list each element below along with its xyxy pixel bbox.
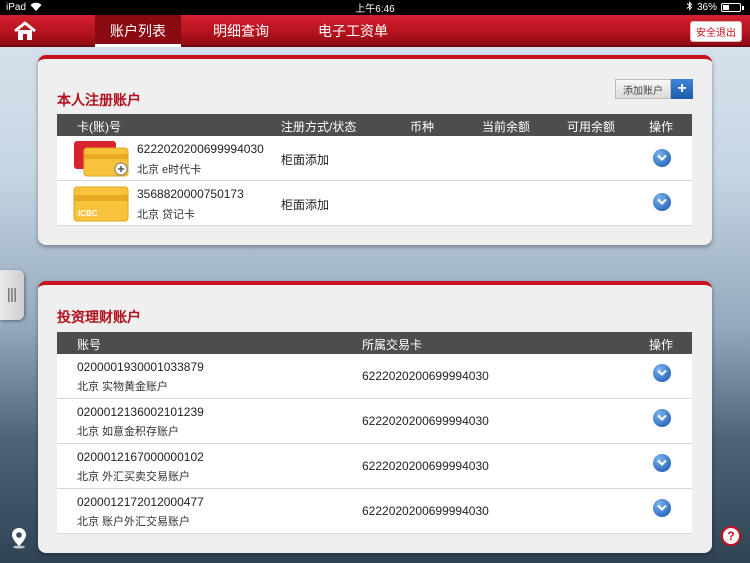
expand-button[interactable] xyxy=(653,409,671,427)
table-header: 卡(账)号 注册方式/状态 币种 当前余额 可用余额 操作 xyxy=(57,114,692,136)
chevron-down-icon xyxy=(657,369,667,376)
account-description: 北京 账户外汇交易账户 xyxy=(77,516,191,528)
table-row[interactable]: 0200012136002101239 北京 如意金积存账户 622202020… xyxy=(57,399,692,444)
expand-button[interactable] xyxy=(653,149,671,167)
account-number: 0200001930001033879 xyxy=(77,360,204,374)
col-action: 操作 xyxy=(649,338,674,352)
battery-percent: 36% xyxy=(696,2,717,13)
table-row[interactable]: 0200001930001033879 北京 实物黄金账户 6222020200… xyxy=(57,354,692,399)
table-row[interactable]: 6222020200699994030 北京 e时代卡 柜面添加 xyxy=(57,136,692,181)
chevron-down-icon xyxy=(657,414,667,421)
investment-accounts-panel: 投资理财账户 账号 所属交易卡 操作 0200001930001033879 北… xyxy=(38,281,712,553)
tab-detail-query[interactable]: 明细查询 xyxy=(185,15,297,47)
home-icon xyxy=(14,21,36,40)
col-currency: 币种 xyxy=(410,120,435,134)
personal-accounts-table: 卡(账)号 注册方式/状态 币种 当前余额 可用余额 操作 6222020200… xyxy=(57,114,692,226)
add-account-label: 添加账户 xyxy=(615,79,671,99)
account-description: 北京 实物黄金账户 xyxy=(77,381,169,393)
menu-handle-icon xyxy=(8,288,16,302)
card-number: 6222020200699994030 xyxy=(137,142,264,156)
chevron-down-icon xyxy=(657,504,667,511)
location-pin-icon xyxy=(12,528,26,549)
account-number: 0200012136002101239 xyxy=(77,405,204,419)
expand-button[interactable] xyxy=(653,454,671,472)
logout-button[interactable]: 安全退出 xyxy=(690,21,742,42)
home-button[interactable] xyxy=(10,19,40,43)
status-time: 上午6:46 xyxy=(355,4,395,15)
table-row[interactable]: 0200012172012000477 北京 账户外汇交易账户 62220202… xyxy=(57,489,692,534)
expand-button[interactable] xyxy=(653,499,671,517)
device-name: iPad xyxy=(6,2,27,13)
account-description: 北京 如意金积存账户 xyxy=(77,426,180,438)
col-action: 操作 xyxy=(649,120,674,134)
chevron-down-icon xyxy=(657,459,667,466)
col-linked-card: 所属交易卡 xyxy=(362,338,423,352)
wifi-icon xyxy=(30,2,42,14)
investment-accounts-table: 账号 所属交易卡 操作 0200001930001033879 北京 实物黄金账… xyxy=(57,332,692,534)
icbc-card-icon: ICBC xyxy=(72,185,129,222)
personal-accounts-title: 本人注册账户 xyxy=(57,92,141,108)
location-button[interactable] xyxy=(9,527,29,549)
card-description: 北京 贷记卡 xyxy=(137,209,196,221)
expand-button[interactable] xyxy=(653,193,671,211)
multi-card-icon xyxy=(72,140,129,177)
add-account-button[interactable]: 添加账户 + xyxy=(615,79,693,99)
linked-card-number: 6222020200699994030 xyxy=(362,459,489,473)
table-header: 账号 所属交易卡 操作 xyxy=(57,332,692,354)
linked-card-number: 6222020200699994030 xyxy=(362,369,489,383)
tab-account-list[interactable]: 账户列表 xyxy=(95,15,181,47)
bluetooth-icon xyxy=(686,1,693,14)
help-button[interactable]: ? xyxy=(721,526,741,546)
nav-tabs: 账户列表 明细查询 电子工资单 xyxy=(95,15,409,47)
battery-icon xyxy=(721,3,741,12)
icbc-card-brand: ICBC xyxy=(78,209,98,218)
table-row[interactable]: ICBC 3568820000750173 北京 贷记卡 柜面添加 xyxy=(57,181,692,226)
registration-method: 柜面添加 xyxy=(281,153,330,167)
col-card-number: 卡(账)号 xyxy=(77,120,121,134)
col-current-balance: 当前余额 xyxy=(482,120,531,134)
registration-method: 柜面添加 xyxy=(281,198,330,212)
investment-accounts-title: 投资理财账户 xyxy=(57,309,141,325)
col-available-balance: 可用余额 xyxy=(567,120,616,134)
linked-card-number: 6222020200699994030 xyxy=(362,504,489,518)
linked-card-number: 6222020200699994030 xyxy=(362,414,489,428)
col-registration: 注册方式/状态 xyxy=(281,120,357,134)
side-drawer-handle[interactable] xyxy=(0,270,24,320)
card-number: 3568820000750173 xyxy=(137,187,244,201)
personal-accounts-panel: 本人注册账户 添加账户 + 卡(账)号 注册方式/状态 币种 当前余额 可用余额… xyxy=(38,55,712,245)
expand-button[interactable] xyxy=(653,364,671,382)
table-row[interactable]: 0200012167000000102 北京 外汇买卖交易账户 62220202… xyxy=(57,444,692,489)
account-number: 0200012172012000477 xyxy=(77,495,204,509)
card-description: 北京 e时代卡 xyxy=(137,164,202,176)
col-account-number: 账号 xyxy=(77,338,102,352)
status-bar: iPad 上午6:46 36% xyxy=(0,0,750,15)
chevron-down-icon xyxy=(657,198,667,205)
account-number: 0200012167000000102 xyxy=(77,450,204,464)
chevron-down-icon xyxy=(657,154,667,161)
plus-icon: + xyxy=(671,79,693,99)
top-nav: 账户列表 明细查询 电子工资单 安全退出 xyxy=(0,15,750,47)
account-description: 北京 外汇买卖交易账户 xyxy=(77,471,191,483)
tab-e-payslip[interactable]: 电子工资单 xyxy=(297,15,409,47)
